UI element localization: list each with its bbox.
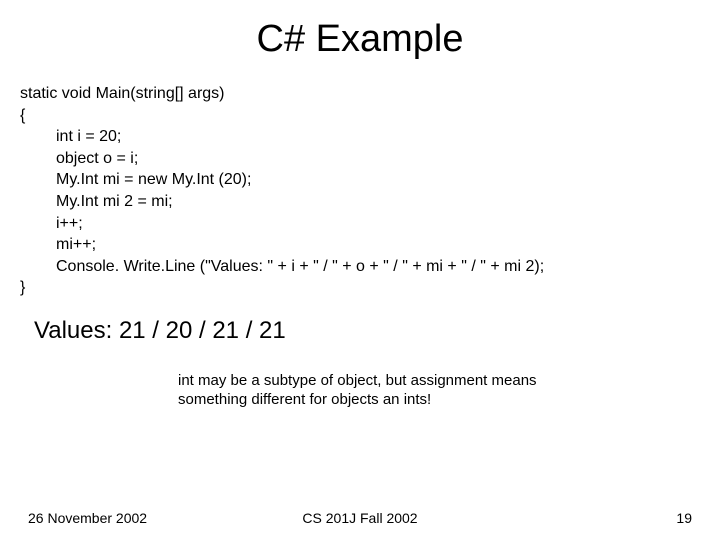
code-block: static void Main(string[] args) { int i … xyxy=(20,83,692,299)
code-line: My.Int mi = new My.Int (20); xyxy=(20,169,692,191)
code-line: static void Main(string[] args) xyxy=(20,83,692,105)
code-line: { xyxy=(20,105,692,127)
slide-title: C# Example xyxy=(28,18,692,61)
output-text: Values: 21 / 20 / 21 / 21 xyxy=(34,317,692,345)
code-line: i++; xyxy=(20,213,692,235)
slide: C# Example static void Main(string[] arg… xyxy=(0,0,720,540)
explanation-note: int may be a subtype of object, but assi… xyxy=(178,371,608,410)
footer-date: 26 November 2002 xyxy=(28,510,147,526)
code-line: My.Int mi 2 = mi; xyxy=(20,191,692,213)
code-line: object o = i; xyxy=(20,148,692,170)
code-line: } xyxy=(20,277,692,299)
code-line: mi++; xyxy=(20,234,692,256)
code-line: int i = 20; xyxy=(20,126,692,148)
footer-course: CS 201J Fall 2002 xyxy=(302,510,417,526)
code-line: Console. Write.Line ("Values: " + i + " … xyxy=(20,256,692,278)
footer-page-number: 19 xyxy=(676,510,692,526)
slide-footer: 26 November 2002 CS 201J Fall 2002 19 xyxy=(0,510,720,526)
